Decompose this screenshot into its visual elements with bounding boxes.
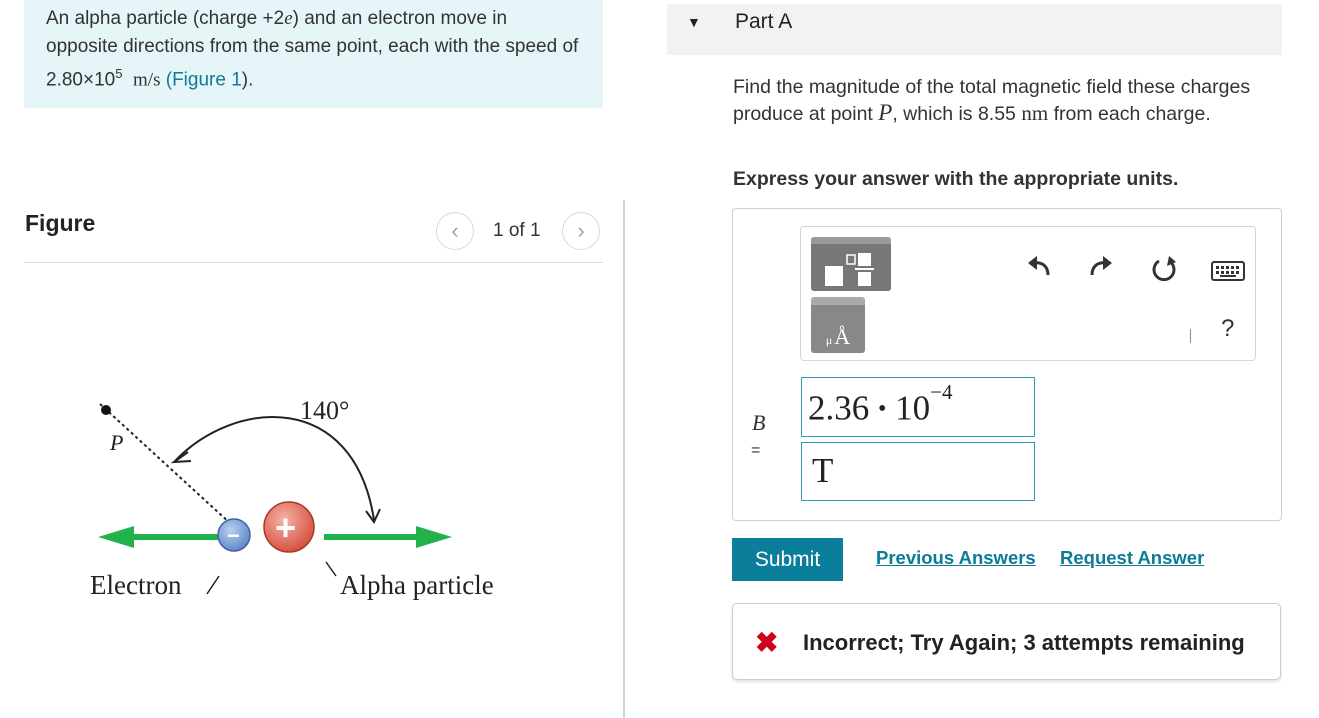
chevron-right-icon: › (577, 218, 585, 243)
keyboard-icon (1211, 261, 1245, 281)
feedback-panel: ✖ Incorrect; Try Again; 3 attempts remai… (732, 603, 1281, 680)
question-part-3: from each charge. (1048, 103, 1211, 125)
value-times-dot: • (878, 395, 887, 422)
templates-icon (825, 253, 874, 286)
distance-unit: nm (1021, 101, 1049, 125)
templates-button[interactable] (811, 237, 891, 291)
figure-pager-text: 1 of 1 (493, 220, 541, 241)
value-input[interactable]: 2.36 • 10−4 (801, 377, 1035, 437)
charge-symbol: e (284, 8, 293, 29)
undo-button[interactable] (1026, 255, 1052, 284)
value-exponent: −4 (930, 380, 953, 404)
electron-velocity-arrowhead (98, 526, 134, 548)
figure-link[interactable]: Figure 1 (172, 69, 242, 90)
part-a-header[interactable]: ▼ Part A (667, 4, 1282, 55)
figure-diagram: P 140° − + Electron Alpha particle (90, 396, 494, 600)
math-toolbar: μÅ ? (800, 226, 1256, 361)
unit-value: T (812, 451, 834, 490)
answer-instruction: Express your answer with the appropriate… (733, 168, 1179, 190)
problem-text-1: An alpha particle (charge +2 (46, 8, 285, 29)
previous-answers-link[interactable]: Previous Answers (876, 547, 1036, 569)
reset-icon (1152, 256, 1176, 282)
figure-divider (24, 262, 603, 263)
electron-sign: − (227, 523, 240, 548)
distance-line (99, 403, 233, 526)
column-divider (623, 200, 625, 718)
submit-button[interactable]: Submit (732, 538, 843, 581)
figure-title: Figure (25, 210, 96, 236)
reset-button[interactable] (1150, 255, 1178, 288)
question-part-2: , which is 8.55 (892, 103, 1022, 125)
keyboard-button[interactable] (1211, 261, 1245, 286)
alpha-velocity-arrowhead (416, 526, 452, 548)
request-answer-link[interactable]: Request Answer (1060, 547, 1204, 569)
part-title: Part A (735, 10, 793, 33)
speed-unit: m/s (133, 69, 161, 91)
alpha-label: Alpha particle (340, 570, 494, 600)
next-figure-button[interactable]: › (562, 212, 600, 250)
units-icon: μÅ (826, 324, 850, 350)
incorrect-x-icon: ✖ (755, 627, 779, 658)
toolbar-separator (1190, 329, 1191, 343)
chevron-left-icon: ‹ (451, 218, 459, 243)
units-button[interactable]: μÅ (811, 297, 865, 353)
caret-down-icon[interactable]: ▼ (687, 14, 701, 30)
problem-statement: An alpha particle (charge +2e) and an el… (24, 0, 603, 108)
unit-input[interactable]: T (801, 442, 1035, 501)
point-p-marker (101, 405, 111, 415)
value-mantissa: 2.36 (808, 388, 870, 428)
feedback-text: Incorrect; Try Again; 3 attempts remaini… (803, 630, 1245, 655)
alpha-pointer (325, 561, 337, 577)
help-button[interactable]: ? (1221, 315, 1234, 343)
angstrom-symbol: Å (834, 324, 851, 349)
redo-button[interactable] (1088, 255, 1114, 284)
angle-arc (173, 416, 375, 521)
answer-variable: B (752, 410, 766, 435)
redo-icon (1090, 256, 1112, 276)
angle-label: 140° (300, 396, 349, 425)
question-text: Find the magnitude of the total magnetic… (733, 74, 1278, 127)
electron-pointer (206, 575, 220, 595)
answer-equals: = (751, 442, 761, 459)
figure-link-close: ). (241, 69, 254, 91)
alpha-sign: + (275, 507, 296, 548)
speed-exponent: 5 (115, 66, 123, 81)
undo-icon (1028, 256, 1050, 276)
help-icon: ? (1221, 315, 1235, 342)
micro-symbol: μ (825, 333, 833, 347)
electron-label: Electron (90, 570, 182, 600)
point-p-label: P (109, 430, 123, 455)
value-base: 10 (895, 388, 931, 428)
previous-figure-button[interactable]: ‹ (436, 212, 474, 250)
point-symbol: P (878, 100, 893, 125)
